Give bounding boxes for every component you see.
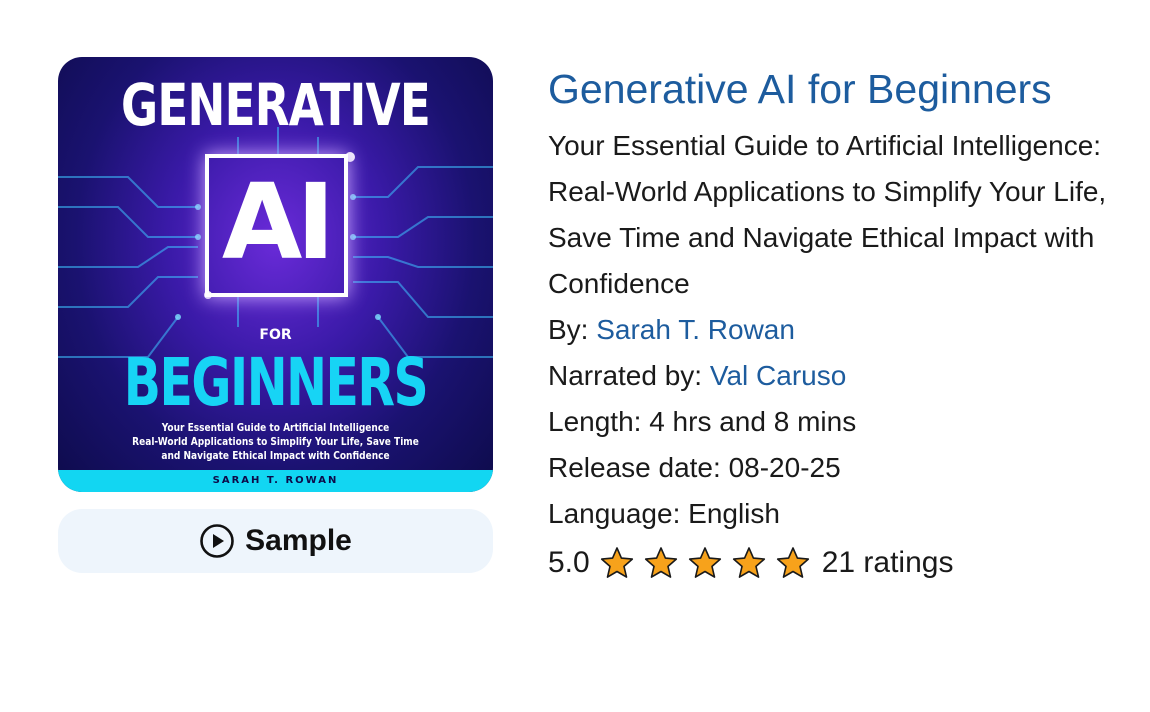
ratings-count[interactable]: 21 ratings	[822, 546, 954, 580]
release-date-value: 08-20-25	[728, 452, 841, 483]
sample-label: Sample	[245, 524, 352, 557]
release-date-row: Release date: 08-20-25	[548, 445, 1108, 491]
length-value: 4 hrs and 8 mins	[649, 406, 857, 437]
rating-row: 5.0 21 ratings	[548, 537, 1108, 589]
language-row: Language: English	[548, 491, 1108, 537]
cover-title: GENERATIVE	[121, 71, 431, 139]
sample-button[interactable]: Sample	[58, 509, 493, 573]
book-title[interactable]: Generative AI for Beginners	[548, 60, 1108, 118]
book-subtitle: Your Essential Guide to Artificial Intel…	[548, 130, 1107, 299]
cover-subtitle-line: Real-World Applications to Simplify Your…	[132, 435, 419, 448]
author-row: By: Sarah T. Rowan	[548, 307, 1108, 353]
language-label: Language:	[548, 498, 689, 529]
book-details: Generative AI for Beginners Your Essenti…	[548, 60, 1108, 589]
cover-subtitle-line: Your Essential Guide to Artificial Intel…	[161, 421, 390, 434]
narrator-link[interactable]: Val Caruso	[710, 360, 846, 391]
cover-for-text: FOR	[259, 327, 292, 343]
length-row: Length: 4 hrs and 8 mins	[548, 399, 1108, 445]
cover-beginners-text: BEGINNERS	[123, 344, 429, 421]
star-icon	[600, 547, 633, 578]
language-value: English	[688, 498, 780, 529]
play-circle-icon	[200, 524, 234, 558]
narrator-row: Narrated by: Val Caruso	[548, 353, 1108, 399]
author-label: By:	[548, 314, 597, 345]
star-icon	[644, 547, 677, 578]
cover-image[interactable]: GENERATIVE AI FOR BEGINNERS Your Essenti…	[58, 57, 493, 492]
star-icon	[776, 547, 809, 578]
release-date-label: Release date:	[548, 452, 729, 483]
star-icon	[688, 547, 721, 578]
rating-value: 5.0	[548, 546, 590, 579]
narrator-label: Narrated by:	[548, 360, 710, 391]
cover-ai-text: AI	[221, 161, 335, 283]
star-icon	[732, 547, 765, 578]
cover-subtitle: Your Essential Guide to Artificial Intel…	[97, 421, 454, 463]
cover-subtitle-line: and Navigate Ethical Impact with Confide…	[161, 449, 390, 462]
star-rating	[600, 546, 820, 580]
cover-author: SARAH T. ROWAN	[58, 470, 493, 492]
author-link[interactable]: Sarah T. Rowan	[596, 314, 795, 345]
length-label: Length:	[548, 406, 650, 437]
